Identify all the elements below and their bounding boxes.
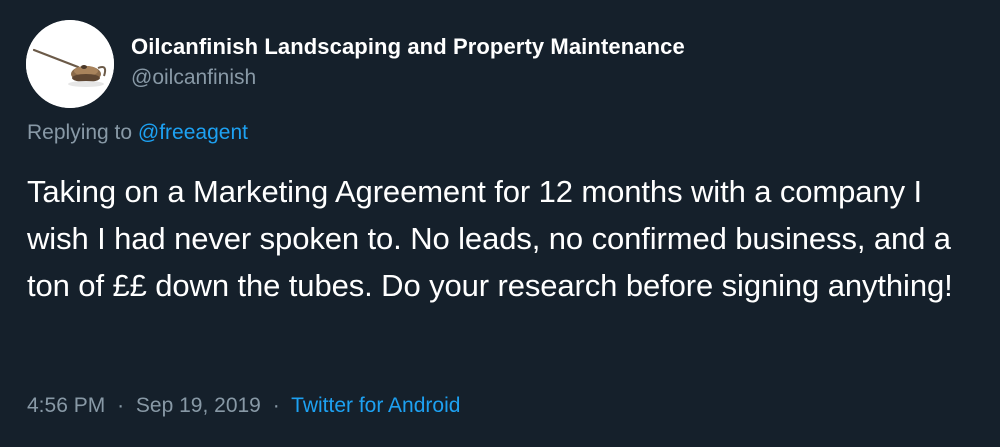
user-names: Oilcanfinish Landscaping and Property Ma… [131,33,685,92]
tweet-source-link[interactable]: Twitter for Android [291,394,460,417]
display-name[interactable]: Oilcanfinish Landscaping and Property Ma… [131,33,685,61]
tweet-text: Taking on a Marketing Agreement for 12 m… [27,174,953,303]
tweet-header: Oilcanfinish Landscaping and Property Ma… [26,20,685,108]
reply-mention-link[interactable]: @freeagent [138,121,248,144]
tweet-date[interactable]: Sep 19, 2019 [136,394,261,417]
avatar[interactable] [26,20,114,108]
user-handle[interactable]: @oilcanfinish [131,64,685,92]
oil-can-icon [26,20,114,108]
meta-separator: · [117,394,125,417]
replying-to: Replying to @freeagent [27,119,248,147]
replying-to-label: Replying to [27,121,133,144]
tweet-meta: 4:56 PM · Sep 19, 2019 · Twitter for And… [27,392,460,420]
meta-separator: · [272,394,280,417]
tweet-time[interactable]: 4:56 PM [27,394,105,417]
tweet-card: Oilcanfinish Landscaping and Property Ma… [0,0,1000,447]
